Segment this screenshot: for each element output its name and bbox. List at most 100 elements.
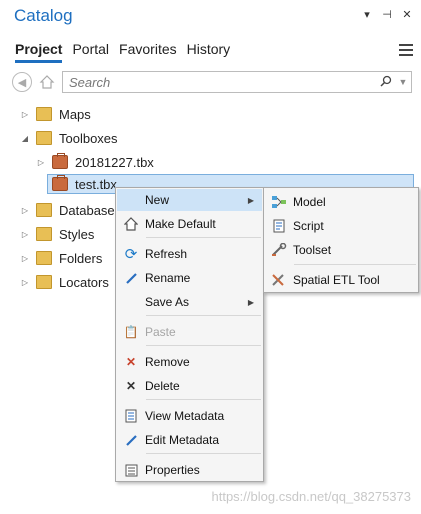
- pane-title: Catalog: [14, 6, 73, 25]
- menu-item-save-as[interactable]: Save As ▶: [117, 291, 262, 313]
- menu-item-rename[interactable]: Rename: [117, 267, 262, 289]
- tree-label: Locators: [59, 274, 109, 290]
- menu-separator: [146, 345, 261, 346]
- expand-icon[interactable]: ▷: [20, 206, 30, 215]
- submenu-item-model[interactable]: Model: [265, 191, 417, 213]
- menu-label: Make Default: [145, 217, 216, 231]
- menu-item-remove[interactable]: ✕ Remove: [117, 351, 262, 373]
- menu-label: Rename: [145, 271, 191, 285]
- menu-label: Remove: [145, 355, 190, 369]
- menu-item-paste[interactable]: 📋 Paste: [117, 321, 262, 343]
- tree-label: Toolboxes: [59, 130, 118, 146]
- expand-icon[interactable]: ▷: [20, 254, 30, 263]
- home-icon[interactable]: [38, 73, 56, 91]
- properties-icon: [117, 464, 145, 477]
- search-box: ▼: [62, 71, 412, 93]
- menu-label: Delete: [145, 379, 180, 393]
- folder-icon: [36, 251, 52, 265]
- window-controls: ▾ ⊣ ✕: [361, 8, 413, 21]
- submenu-arrow-icon: ▶: [247, 297, 254, 307]
- menu-label: Model: [293, 195, 326, 209]
- database-icon: [36, 203, 52, 217]
- tab-project[interactable]: Project: [15, 41, 63, 63]
- etl-tool-icon: [265, 273, 293, 287]
- menu-item-new[interactable]: New ▶: [117, 189, 262, 211]
- tab-history[interactable]: History: [187, 41, 231, 63]
- menu-label: Refresh: [145, 247, 188, 261]
- toolset-icon: [265, 243, 293, 257]
- submenu-item-spatial-etl-tool[interactable]: Spatial ETL Tool: [265, 269, 417, 291]
- search-icon[interactable]: [377, 75, 395, 90]
- home-icon: [117, 217, 145, 231]
- menu-item-delete[interactable]: ✕ Delete: [117, 375, 262, 397]
- menu-label: View Metadata: [145, 409, 225, 423]
- watermark: https://blog.csdn.net/qq_38275373: [211, 489, 412, 504]
- locator-icon: [36, 275, 52, 289]
- menu-label: Script: [293, 219, 324, 233]
- menu-label: New: [145, 193, 170, 207]
- menu-label: Spatial ETL Tool: [293, 273, 380, 287]
- tree-item-maps[interactable]: ▷ Maps: [20, 104, 91, 124]
- menu-separator: [146, 453, 261, 454]
- folder-icon: [36, 131, 52, 145]
- script-icon: [265, 219, 293, 233]
- tree-item-styles[interactable]: ▷ Styles: [20, 224, 94, 244]
- tab-portal[interactable]: Portal: [72, 41, 109, 63]
- toolbox-icon: [52, 175, 68, 191]
- tree-item-20181227-tbx[interactable]: ▷ 20181227.tbx: [36, 152, 154, 172]
- submenu-arrow-icon: ▶: [247, 195, 254, 205]
- menu-item-edit-metadata[interactable]: Edit Metadata: [117, 429, 262, 451]
- back-button[interactable]: ◀: [12, 72, 32, 92]
- hamburger-menu-icon[interactable]: [399, 44, 413, 56]
- menu-item-refresh[interactable]: ⟳ Refresh: [117, 243, 262, 265]
- paste-icon: 📋: [123, 325, 139, 339]
- menu-label: Paste: [145, 325, 176, 339]
- tree-item-databases[interactable]: ▷ Databases: [20, 200, 121, 220]
- expand-icon[interactable]: ▷: [20, 230, 30, 239]
- menu-label: Properties: [145, 463, 200, 477]
- refresh-icon: ⟳: [124, 246, 138, 263]
- tree-label: Styles: [59, 226, 95, 242]
- pencil-icon: [117, 434, 145, 447]
- tab-favorites[interactable]: Favorites: [119, 41, 177, 63]
- menu-separator: [146, 237, 261, 238]
- tree-label: Folders: [59, 250, 103, 266]
- context-menu: New ▶ Make Default ⟳ Refresh Rename Save…: [115, 187, 264, 482]
- collapse-icon[interactable]: ◢: [20, 134, 30, 143]
- delete-icon: ✕: [125, 379, 137, 393]
- submenu-item-script[interactable]: Script: [265, 215, 417, 237]
- menu-label: Edit Metadata: [145, 433, 220, 447]
- new-submenu: Model Script Toolset Spatial ETL Tool: [263, 187, 419, 293]
- menu-item-properties[interactable]: Properties: [117, 459, 262, 481]
- tree-label: 20181227.tbx: [75, 154, 154, 170]
- search-options-dropdown-icon[interactable]: ▼: [395, 77, 411, 87]
- submenu-item-toolset[interactable]: Toolset: [265, 239, 417, 261]
- menu-item-make-default[interactable]: Make Default: [117, 213, 262, 235]
- search-input[interactable]: [63, 73, 377, 91]
- expand-icon[interactable]: ▷: [20, 278, 30, 287]
- tree-item-folders[interactable]: ▷ Folders: [20, 248, 102, 268]
- menu-label: Toolset: [293, 243, 332, 257]
- expand-icon[interactable]: ▷: [20, 110, 30, 119]
- menu-separator: [294, 264, 416, 265]
- menu-separator: [146, 315, 261, 316]
- folder-icon: [36, 107, 52, 121]
- catalog-pane: Catalog ▾ ⊣ ✕ Project Portal Favorites H…: [0, 0, 421, 514]
- tree-label: test.tbx: [75, 176, 117, 192]
- model-icon: [265, 195, 293, 209]
- styles-icon: [36, 227, 52, 241]
- close-icon[interactable]: ✕: [401, 8, 413, 21]
- metadata-icon: [117, 409, 145, 423]
- remove-icon: ✕: [125, 355, 137, 369]
- tree-item-locators[interactable]: ▷ Locators: [20, 272, 109, 292]
- menu-label: Save As: [145, 295, 190, 309]
- nav-row: ◀: [12, 72, 64, 92]
- catalog-tabs: Project Portal Favorites History: [15, 41, 240, 63]
- menu-separator: [146, 399, 261, 400]
- tree-label: Databases: [59, 202, 122, 218]
- pin-icon[interactable]: ⊣: [381, 8, 393, 21]
- expand-icon[interactable]: ▷: [36, 158, 46, 167]
- menu-item-view-metadata[interactable]: View Metadata: [117, 405, 262, 427]
- options-dropdown-icon[interactable]: ▾: [361, 8, 373, 21]
- tree-item-toolboxes[interactable]: ◢ Toolboxes: [20, 128, 118, 148]
